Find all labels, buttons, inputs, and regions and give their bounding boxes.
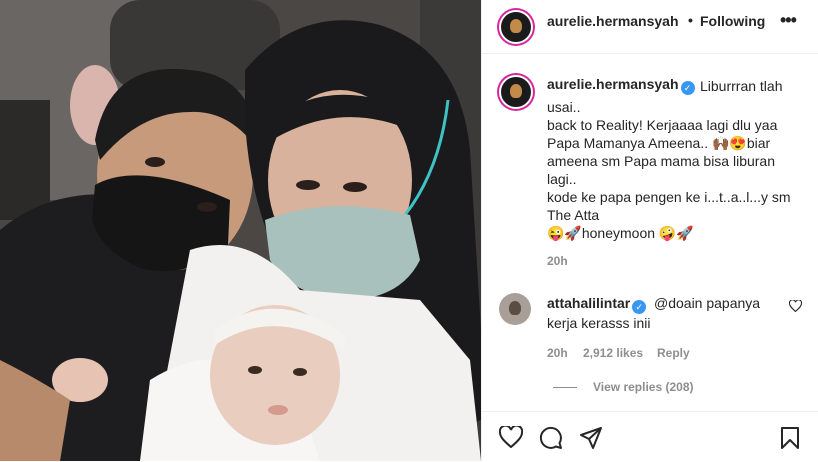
comment-likes-count[interactable]: 2,912 likes xyxy=(583,346,643,360)
comment-timestamp[interactable]: 20h xyxy=(547,346,568,360)
caption-timestamp[interactable]: 20h xyxy=(547,254,568,268)
caption-line: 😜🚀honeymoon 🤪🚀 xyxy=(547,225,694,241)
caption-author: aurelie.hermansyah ✓ xyxy=(547,76,695,95)
comment-author: attahalilintar ✓ xyxy=(547,295,647,314)
more-options-icon[interactable]: ••• xyxy=(780,10,797,31)
caption-first-line: Liburrran tlah xyxy=(700,78,783,94)
like-comment-heart-icon[interactable] xyxy=(789,300,802,312)
caption-avatar[interactable] xyxy=(499,75,533,109)
view-replies-button[interactable]: View replies (208) xyxy=(593,380,694,394)
caption-line: The Atta xyxy=(547,207,600,223)
author-avatar[interactable] xyxy=(499,10,533,44)
caption-text: usai.. back to Reality! Kerjaaaa lagi dl… xyxy=(547,98,809,242)
instagram-post-view: aurelie.hermansyah • Following ••• aurel… xyxy=(0,0,818,461)
commenter-avatar[interactable] xyxy=(499,293,531,325)
comment-text: @doain papanya xyxy=(654,295,761,311)
save-bookmark-icon[interactable] xyxy=(780,426,800,450)
share-paper-plane-icon[interactable] xyxy=(579,426,603,450)
caption-line: lagi.. xyxy=(547,171,577,187)
family-selfie-image xyxy=(0,0,481,461)
action-bar xyxy=(482,411,818,462)
following-button[interactable]: Following xyxy=(700,13,765,29)
caption-username[interactable]: aurelie.hermansyah xyxy=(547,76,679,92)
caption-line: ameena sm Papa mama bisa liburan xyxy=(547,153,776,169)
caption-line: usai.. xyxy=(547,99,581,115)
avatar-silhouette-icon xyxy=(510,19,522,33)
avatar-silhouette-icon xyxy=(510,84,522,98)
caption-line: kode ke papa pengen ke i...t..a..l...y s… xyxy=(547,189,791,205)
post-header: aurelie.hermansyah • Following ••• xyxy=(482,0,818,54)
verified-badge-icon: ✓ xyxy=(632,300,647,314)
avatar-silhouette-icon xyxy=(509,301,521,315)
comment-text-continued: kerja kerasss inii xyxy=(547,315,651,331)
caption-line: back to Reality! Kerjaaaa lagi dlu yaa xyxy=(547,117,778,133)
comment-username[interactable]: attahalilintar xyxy=(547,295,630,311)
post-photo[interactable] xyxy=(0,0,481,461)
post-side-panel: aurelie.hermansyah • Following ••• aurel… xyxy=(481,0,818,461)
replies-divider xyxy=(553,387,577,388)
header-separator: • xyxy=(688,12,693,28)
caption-line: Papa Mamanya Ameena.. 🙌🏾😍biar xyxy=(547,135,771,151)
reply-button[interactable]: Reply xyxy=(657,346,690,360)
comment-bubble-icon[interactable] xyxy=(539,426,563,450)
verified-badge-icon: ✓ xyxy=(680,81,695,95)
author-username[interactable]: aurelie.hermansyah xyxy=(547,13,679,29)
like-heart-icon[interactable] xyxy=(499,426,523,448)
